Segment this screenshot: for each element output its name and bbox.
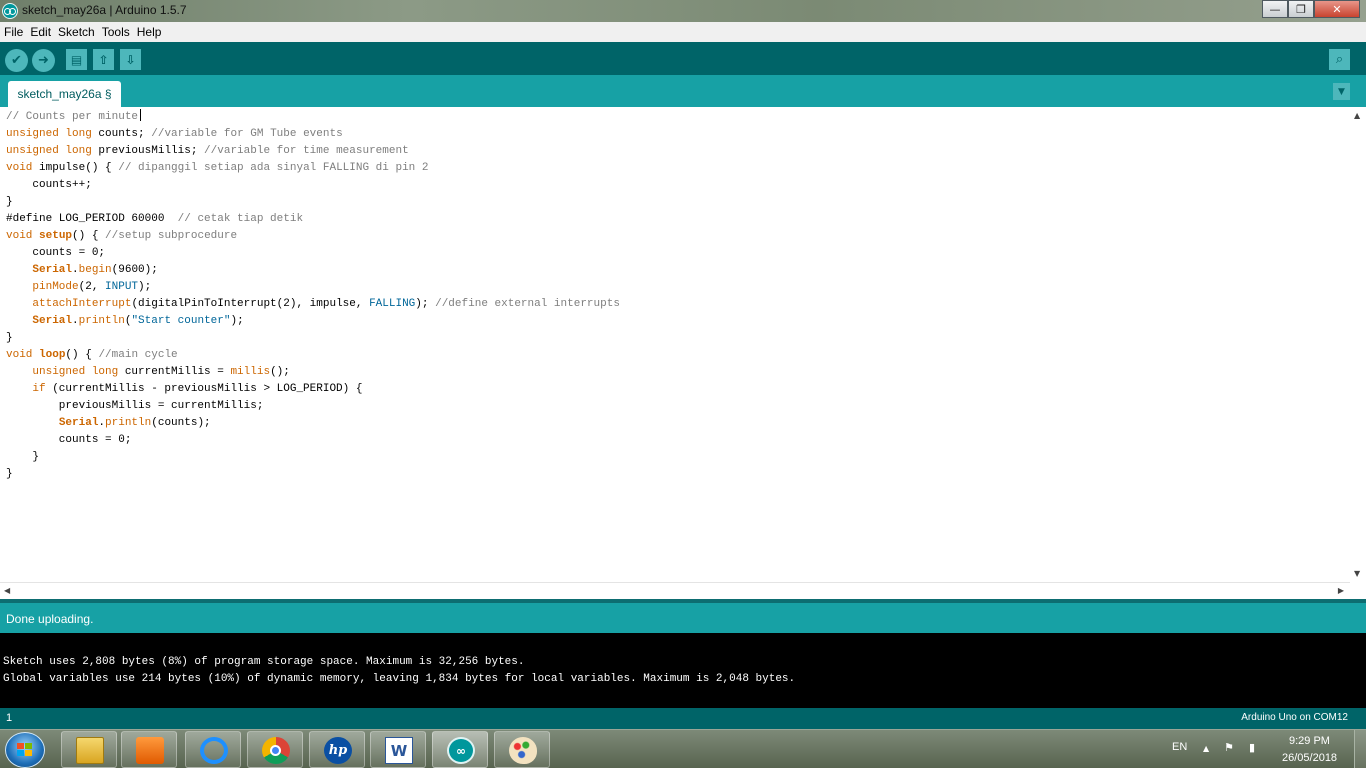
open-sketch-button[interactable]: ⇧ — [93, 49, 114, 70]
vertical-scrollbar[interactable]: ▲ ▼ — [1350, 107, 1366, 582]
title-bar: sketch_may26a | Arduino 1.5.7 — ❐ ✕ — [0, 0, 1366, 22]
tray-expand-icon[interactable]: ▲ — [1203, 744, 1209, 753]
code-line: } — [6, 468, 13, 480]
toolbar: ✔ ➜ ▤ ⇧ ⇩ ⌕ — [0, 42, 1366, 75]
menu-sketch[interactable]: Sketch — [58, 25, 95, 39]
power-icon[interactable]: ▮ — [1249, 741, 1255, 754]
windows-logo-icon — [17, 743, 33, 757]
taskbar-hp[interactable]: hp — [309, 731, 365, 768]
code-line: counts = 0; — [6, 247, 106, 259]
scroll-right-icon[interactable]: ▶ — [1338, 586, 1344, 595]
checkmark-icon: ✔ — [11, 53, 22, 68]
menu-file[interactable]: File — [4, 25, 23, 39]
new-sketch-button[interactable]: ▤ — [66, 49, 87, 70]
serial-monitor-button[interactable]: ⌕ — [1329, 49, 1350, 70]
scroll-down-icon[interactable]: ▼ — [1354, 569, 1360, 578]
windows-taskbar: hp W ∞ EN ▲ ⚑ ▮ 9:29 PM 26/05/2018 — [0, 729, 1366, 768]
taskbar-file-explorer[interactable] — [61, 731, 117, 768]
arrow-up-icon: ⇧ — [98, 52, 109, 67]
paint-palette-icon — [509, 737, 537, 764]
menu-edit[interactable]: Edit — [30, 25, 51, 39]
language-indicator[interactable]: EN — [1172, 741, 1187, 753]
console-line: Sketch uses 2,808 bytes (8%) of program … — [3, 656, 525, 668]
code-line: void impulse() { // dipanggil setiap ada… — [6, 162, 429, 174]
code-line: unsigned long currentMillis = millis(); — [32, 366, 290, 378]
scroll-left-icon[interactable]: ◀ — [4, 586, 10, 595]
taskbar-media-player[interactable] — [121, 731, 177, 768]
code-line: Serial.begin(9600); — [32, 264, 158, 276]
code-line: } — [6, 451, 40, 463]
menu-bar: File Edit Sketch Tools Help — [0, 22, 1366, 42]
code-line: } — [6, 332, 13, 344]
taskbar-internet-explorer[interactable] — [185, 731, 241, 768]
chrome-icon — [262, 737, 290, 764]
arrow-down-icon: ⇩ — [125, 52, 136, 67]
code-line: // Counts per minute — [6, 111, 139, 123]
code-line: unsigned long previousMillis; //variable… — [6, 145, 409, 157]
word-icon: W — [385, 737, 413, 764]
code-line: attachInterrupt(digitalPinToInterrupt(2)… — [32, 298, 620, 310]
code-line: counts++; — [6, 179, 92, 191]
code-line: previousMillis = currentMillis; — [6, 400, 264, 412]
code-line: counts = 0; — [6, 434, 132, 446]
code-line: #define LOG_PERIOD 60000 // cetak tiap d… — [6, 213, 304, 225]
menu-help[interactable]: Help — [137, 25, 162, 39]
clock-time[interactable]: 9:29 PM — [1289, 735, 1330, 747]
bottom-status-bar: 1 Arduino Uno on COM12 — [0, 708, 1366, 729]
arrow-right-icon: ➜ — [38, 53, 49, 68]
scroll-up-icon[interactable]: ▲ — [1354, 111, 1360, 120]
code-line: unsigned long counts; //variable for GM … — [6, 128, 343, 140]
media-play-icon — [136, 737, 164, 764]
minimize-button[interactable]: — — [1262, 0, 1288, 18]
tab-sketch[interactable]: sketch_may26a § — [8, 81, 121, 107]
taskbar-word[interactable]: W — [370, 731, 426, 768]
arduino-icon: ∞ — [447, 737, 475, 764]
status-bar: Done uploading. — [0, 603, 1366, 633]
folder-icon — [76, 737, 104, 764]
scroll-corner — [1350, 582, 1366, 599]
clock-date[interactable]: 26/05/2018 — [1282, 752, 1337, 764]
text-caret — [140, 109, 142, 121]
menu-tools[interactable]: Tools — [102, 25, 130, 39]
line-number: 1 — [6, 712, 13, 724]
code-line: Serial.println("Start counter"); — [32, 315, 244, 327]
code-line: void setup() { //setup subprocedure — [6, 230, 238, 242]
taskbar-paint[interactable] — [494, 731, 550, 768]
internet-explorer-icon — [200, 737, 228, 764]
upload-button[interactable]: ➜ — [32, 49, 55, 72]
status-message: Done uploading. — [6, 612, 94, 626]
board-port-label: Arduino Uno on COM12 — [1241, 712, 1348, 723]
taskbar-chrome[interactable] — [247, 731, 303, 768]
tab-bar: sketch_may26a § — [0, 75, 1366, 107]
chevron-down-icon: ▼ — [1338, 86, 1345, 97]
hp-logo-icon: hp — [324, 737, 352, 764]
action-center-icon[interactable]: ⚑ — [1224, 741, 1234, 754]
start-button[interactable] — [5, 732, 45, 768]
magnifier-icon: ⌕ — [1335, 52, 1344, 67]
console-line: Global variables use 214 bytes (10%) of … — [3, 673, 796, 685]
code-line: Serial.println(counts); — [58, 417, 211, 429]
console-output: Sketch uses 2,808 bytes (8%) of program … — [0, 633, 1366, 708]
code-line: pinMode(2, INPUT); — [32, 281, 152, 293]
tab-menu-button[interactable]: ▼ — [1333, 83, 1350, 100]
horizontal-scrollbar[interactable]: ◀ ▶ — [0, 582, 1350, 599]
verify-button[interactable]: ✔ — [5, 49, 28, 72]
code-text: // Counts per minute unsigned long count… — [6, 109, 620, 483]
window-title: sketch_may26a | Arduino 1.5.7 — [22, 3, 187, 17]
show-desktop-button[interactable] — [1354, 730, 1366, 768]
maximize-button[interactable]: ❐ — [1288, 0, 1314, 18]
code-line: } — [6, 196, 13, 208]
code-line: if (currentMillis - previousMillis > LOG… — [32, 383, 363, 395]
save-sketch-button[interactable]: ⇩ — [120, 49, 141, 70]
code-editor[interactable]: // Counts per minute unsigned long count… — [0, 107, 1350, 582]
code-line: void loop() { //main cycle — [6, 349, 178, 361]
taskbar-arduino[interactable]: ∞ — [432, 731, 488, 768]
new-file-icon: ▤ — [70, 52, 83, 67]
window-controls: — ❐ ✕ — [1262, 0, 1360, 18]
close-button[interactable]: ✕ — [1314, 0, 1360, 18]
arduino-logo-icon — [2, 3, 18, 19]
